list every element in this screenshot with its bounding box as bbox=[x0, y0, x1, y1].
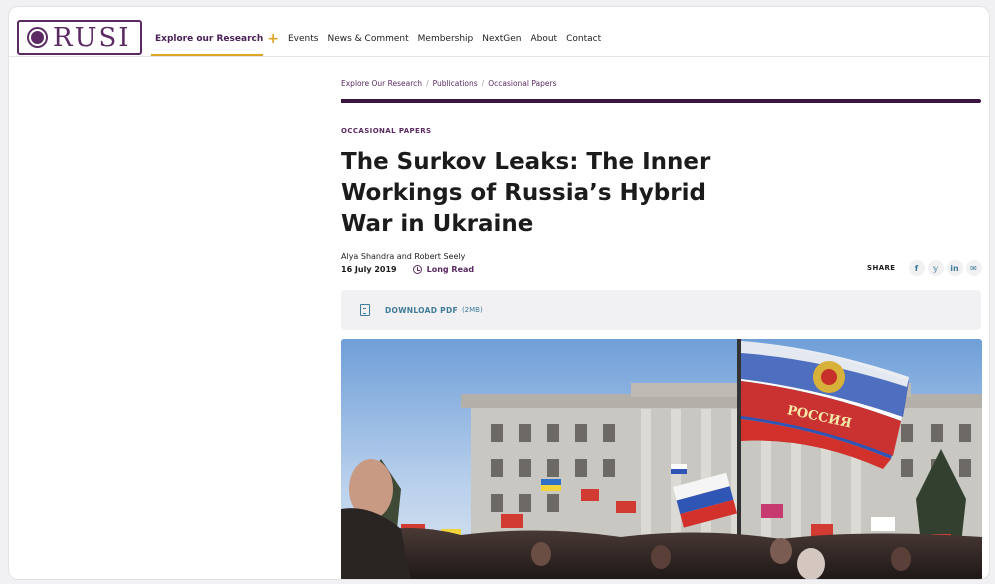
download-label: DOWNLOAD PDF bbox=[385, 305, 458, 315]
breadcrumb-separator: / bbox=[426, 79, 429, 88]
nav-menu: Explore our Research + Events News & Com… bbox=[155, 30, 610, 47]
hero-image: РОССИЯ bbox=[341, 339, 982, 579]
rusi-seal-icon bbox=[27, 27, 48, 48]
linkedin-icon[interactable]: in bbox=[946, 260, 963, 276]
nav-item-label: Explore our Research bbox=[155, 34, 264, 44]
breadcrumb-explore-research[interactable]: Explore Our Research bbox=[341, 79, 422, 88]
active-nav-underline bbox=[151, 54, 263, 56]
protest-photo: РОССИЯ bbox=[341, 339, 982, 579]
main-nav: RUSI Explore our Research + Events News … bbox=[9, 7, 989, 57]
clock-icon bbox=[412, 265, 422, 274]
email-icon[interactable]: ✉ bbox=[965, 260, 982, 276]
browser-frame: RUSI Explore our Research + Events News … bbox=[8, 6, 990, 580]
twitter-icon[interactable]: 𝕪 bbox=[927, 260, 944, 276]
article-meta: 16 July 2019 Long Read bbox=[341, 265, 474, 274]
article-authors[interactable]: Alya Shandra and Robert Seely bbox=[341, 252, 465, 261]
article-title: The Surkov Leaks: The Inner Workings of … bbox=[341, 149, 711, 237]
nav-item-contact[interactable]: Contact bbox=[566, 34, 601, 44]
facebook-icon[interactable]: f bbox=[908, 260, 925, 276]
breadcrumb: Explore Our Research / Publications / Oc… bbox=[341, 79, 557, 88]
header-rule bbox=[341, 99, 981, 103]
nav-item-news-comment[interactable]: News & Comment bbox=[327, 34, 408, 44]
nav-item-nextgen[interactable]: NextGen bbox=[482, 34, 521, 44]
share-bar: SHARE f 𝕪 in ✉ bbox=[867, 260, 982, 276]
read-type: Long Read bbox=[412, 265, 475, 274]
nav-item-about[interactable]: About bbox=[530, 34, 557, 44]
read-type-label: Long Read bbox=[426, 265, 475, 274]
breadcrumb-separator: / bbox=[481, 79, 485, 88]
article-date: 16 July 2019 bbox=[341, 265, 397, 274]
download-size: (2MB) bbox=[461, 306, 483, 314]
breadcrumb-publications[interactable]: Publications bbox=[433, 79, 478, 88]
download-pdf-button[interactable]: DOWNLOAD PDF (2MB) bbox=[341, 290, 981, 330]
article-category[interactable]: OCCASIONAL PAPERS bbox=[341, 127, 431, 135]
rusi-logo[interactable]: RUSI bbox=[17, 20, 142, 55]
nav-item-events[interactable]: Events bbox=[288, 34, 318, 44]
nav-item-explore-research[interactable]: Explore our Research + bbox=[155, 30, 279, 47]
plus-icon: + bbox=[267, 30, 279, 47]
nav-item-membership[interactable]: Membership bbox=[418, 34, 474, 44]
breadcrumb-occasional-papers[interactable]: Occasional Papers bbox=[488, 79, 556, 88]
share-label: SHARE bbox=[867, 264, 896, 272]
logo-text: RUSI bbox=[53, 22, 131, 53]
pdf-file-icon bbox=[360, 304, 370, 316]
